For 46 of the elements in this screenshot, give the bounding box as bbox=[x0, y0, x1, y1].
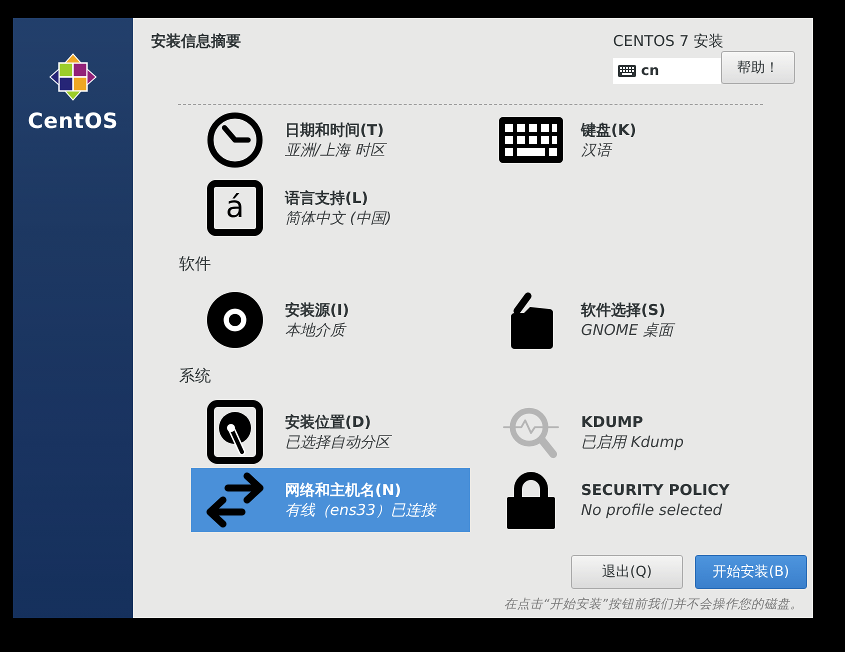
swap-arrows-icon bbox=[204, 471, 266, 529]
item-title: KDUMP bbox=[581, 412, 644, 432]
item-status: 有线（ens33）已连接 bbox=[285, 500, 436, 520]
begin-installation-button[interactable]: 开始安装(B) bbox=[695, 555, 807, 589]
hub-item[interactable]: 键盘(K) 汉语 bbox=[487, 108, 766, 172]
item-title: 软件选择(S) bbox=[581, 300, 666, 320]
item-title: SECURITY POLICY bbox=[581, 480, 730, 500]
keyboard-icon bbox=[618, 65, 636, 77]
item-status: 汉语 bbox=[581, 140, 611, 160]
lock-icon bbox=[507, 471, 555, 529]
keyboard-icon bbox=[499, 117, 563, 163]
hub-item[interactable]: á 语言支持(L) 简体中文 (中国) bbox=[191, 176, 470, 240]
item-status: 已启用 Kdump bbox=[581, 432, 684, 452]
item-title: 日期和时间(T) bbox=[285, 120, 384, 140]
hub-item[interactable]: KDUMP 已启用 Kdump bbox=[487, 400, 766, 464]
item-title: 网络和主机名(N) bbox=[285, 480, 402, 500]
item-status: 简体中文 (中国) bbox=[285, 208, 392, 228]
section-heading: 软件 bbox=[179, 252, 211, 274]
quit-button[interactable]: 退出(Q) bbox=[571, 555, 683, 589]
language-icon: á bbox=[207, 180, 263, 236]
item-status: 亚洲/上海 时区 bbox=[285, 140, 385, 160]
hub-item[interactable]: 安装位置(D) 已选择自动分区 bbox=[191, 400, 470, 464]
item-status: GNOME 桌面 bbox=[581, 320, 673, 340]
item-title: 安装源(I) bbox=[285, 300, 350, 320]
item-status: 已选择自动分区 bbox=[285, 432, 390, 452]
item-title: 安装位置(D) bbox=[285, 412, 372, 432]
item-status: 本地介质 bbox=[285, 320, 345, 340]
hub-item[interactable]: 软件选择(S) GNOME 桌面 bbox=[487, 288, 766, 352]
keyboard-layout-indicator[interactable]: cn bbox=[613, 58, 721, 84]
layout-code: cn bbox=[641, 62, 660, 80]
hub-item[interactable]: 安装源(I) 本地介质 bbox=[191, 288, 470, 352]
hub-item[interactable]: SECURITY POLICY No profile selected bbox=[487, 468, 766, 532]
help-button[interactable]: 帮助！ bbox=[721, 51, 795, 84]
item-title: 语言支持(L) bbox=[285, 188, 368, 208]
page-title: 安装信息摘要 bbox=[151, 31, 241, 51]
item-status: No profile selected bbox=[581, 500, 722, 520]
product-title: CENTOS 7 安装 bbox=[613, 31, 724, 51]
hub-item[interactable]: 日期和时间(T) 亚洲/上海 时区 bbox=[191, 108, 470, 172]
clock-icon bbox=[207, 112, 263, 168]
section-heading: 系统 bbox=[179, 364, 211, 386]
item-title: 键盘(K) bbox=[581, 120, 636, 140]
logo-text: CentOS bbox=[28, 109, 118, 133]
centos-logo-icon bbox=[49, 53, 97, 101]
disc-icon bbox=[207, 292, 263, 348]
footer-note: 在点击“开始安装”按钮前我们并不会操作您的磁盘。 bbox=[504, 596, 803, 612]
package-icon bbox=[509, 291, 553, 349]
